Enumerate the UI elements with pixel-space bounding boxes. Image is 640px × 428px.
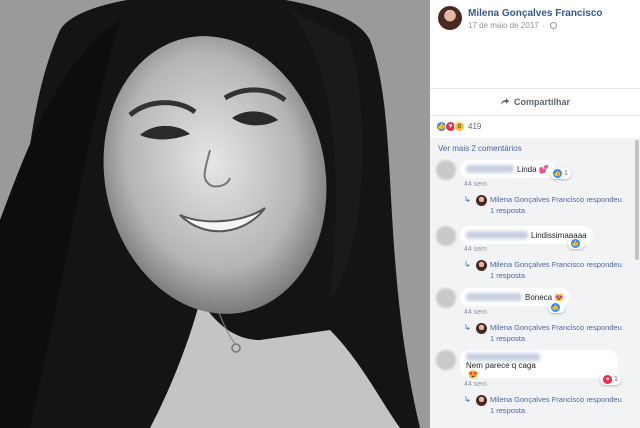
commenter-name-blurred[interactable] (466, 165, 514, 173)
comment-reaction-badge[interactable]: 👍 1 (550, 168, 571, 179)
reply-count: 1 resposta (490, 334, 526, 343)
view-reply-link[interactable]: Milena Gonçalves Francisco respondeu 1 r… (490, 394, 640, 416)
post-date: 17 de maio de 2017 · (468, 21, 557, 30)
comment-time[interactable]: 44 sem (464, 246, 487, 253)
view-more-comments-link[interactable]: Ver mais 2 comentários (438, 144, 522, 153)
comment-time[interactable]: 44 sem (464, 309, 487, 316)
reply-count: 1 resposta (490, 206, 526, 215)
comment-emoji: 😍 (468, 370, 478, 379)
globe-icon (549, 22, 557, 29)
comment-bubble: Nem parece q caga 😍 (460, 350, 618, 379)
comment-text: Linda (517, 164, 537, 174)
like-icon: 👍 (553, 169, 562, 178)
comment-reaction-badge[interactable]: ♥ 1 (600, 374, 621, 385)
reply-arrow-icon: ↳ (464, 195, 471, 204)
reply-action: respondeu (586, 323, 622, 332)
reply-author: Milena Gonçalves Francisco (490, 395, 585, 404)
reply-author-avatar (476, 395, 487, 406)
reply-author: Milena Gonçalves Francisco (490, 195, 585, 204)
commenter-avatar[interactable] (436, 226, 456, 246)
reply-arrow-icon: ↳ (464, 395, 471, 404)
reply-action: respondeu (586, 260, 622, 269)
comment-time[interactable]: 44 sem (464, 381, 487, 388)
comment-text: Boneca (525, 292, 553, 302)
commenter-name-blurred[interactable] (466, 353, 540, 361)
comment-emoji: 💕 (538, 164, 549, 174)
portrait-image (0, 0, 430, 428)
reply-author-avatar (476, 195, 487, 206)
reaction-count: 419 (468, 121, 482, 131)
comments-section: Ver mais 2 comentários Linda 💕 👍 1 44 se… (430, 138, 640, 428)
commenter-name-blurred[interactable] (466, 231, 528, 239)
reply-author: Milena Gonçalves Francisco (490, 323, 585, 332)
post-header: Milena Gonçalves Francisco 17 de maio de… (430, 0, 640, 88)
commenter-name-blurred[interactable] (466, 293, 522, 301)
post-photo[interactable] (0, 0, 430, 428)
comment-time[interactable]: 44 sem (464, 181, 487, 188)
reply-arrow-icon: ↳ (464, 323, 471, 332)
reactions-summary[interactable]: 👍 ♥ o 419 (436, 119, 481, 133)
view-reply-link[interactable]: Milena Gonçalves Francisco respondeu 1 r… (490, 259, 640, 281)
comment-reaction-count: 1 (564, 170, 568, 177)
commenter-avatar[interactable] (436, 288, 456, 308)
reply-action: respondeu (586, 395, 622, 404)
wow-icon: o (454, 120, 465, 132)
share-arrow-icon (500, 98, 509, 105)
commenter-avatar[interactable] (436, 350, 456, 370)
date-separator: · (541, 21, 545, 30)
share-button[interactable]: Compartilhar (430, 88, 640, 116)
reply-arrow-icon: ↳ (464, 260, 471, 269)
commenter-avatar[interactable] (436, 160, 456, 180)
post-side-panel: Milena Gonçalves Francisco 17 de maio de… (430, 0, 640, 428)
comment-bubble: Linda 💕 (460, 160, 555, 178)
like-icon: 👍 (571, 239, 580, 248)
post-date-text[interactable]: 17 de maio de 2017 (468, 21, 539, 30)
comment-reaction-count: 1 (614, 376, 618, 383)
share-label: Compartilhar (513, 97, 570, 107)
view-reply-link[interactable]: Milena Gonçalves Francisco respondeu 1 r… (490, 194, 640, 216)
reply-author-avatar (476, 260, 487, 271)
like-icon: 👍 (551, 303, 560, 312)
view-reply-link[interactable]: Milena Gonçalves Francisco respondeu 1 r… (490, 322, 640, 344)
comment-reaction-badge[interactable]: 👍 (568, 238, 585, 249)
author-avatar[interactable] (438, 6, 462, 30)
reply-author: Milena Gonçalves Francisco (490, 260, 585, 269)
author-name[interactable]: Milena Gonçalves Francisco (468, 8, 603, 19)
comment-text: Nem parece q caga (466, 361, 536, 370)
love-icon: ♥ (603, 375, 612, 384)
reply-action: respondeu (586, 195, 622, 204)
reply-count: 1 resposta (490, 406, 526, 415)
panel-scrollbar[interactable] (635, 140, 639, 260)
reply-author-avatar (476, 323, 487, 334)
comment-reaction-badge[interactable]: 👍 (548, 302, 565, 313)
comment-emoji: 😻 (554, 292, 565, 302)
reply-count: 1 resposta (490, 271, 526, 280)
